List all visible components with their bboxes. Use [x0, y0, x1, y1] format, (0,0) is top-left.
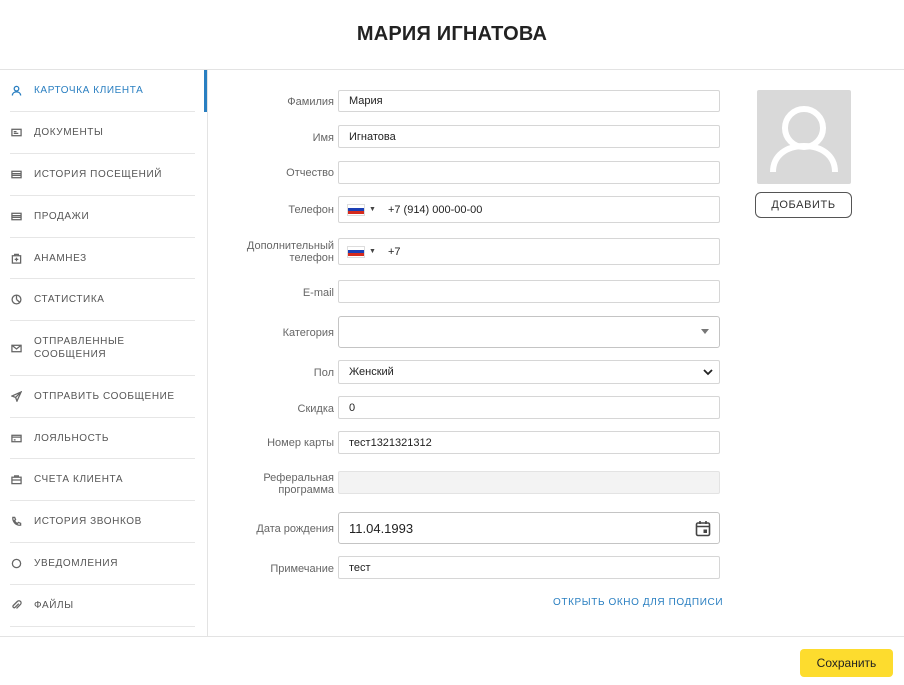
add-photo-button[interactable]: ДОБАВИТЬ — [755, 192, 852, 218]
middle-name-label: Отчество — [286, 167, 334, 179]
referral-label: Реферальная программа — [263, 472, 334, 496]
russia-flag-icon[interactable] — [347, 245, 365, 258]
avatar — [757, 90, 851, 184]
card-number-label: Номер карты — [267, 437, 334, 449]
extra-phone-label: Дополнительный телефон — [246, 240, 334, 264]
row-birth-date: Дата рождения 11.04.1993 — [208, 512, 728, 544]
sidebar-item-visit-history[interactable]: ИСТОРИЯ ПОСЕЩЕНИЙ — [10, 154, 195, 196]
row-referral: Реферальная программа — [208, 471, 728, 496]
dropdown-arrow-icon — [701, 329, 709, 334]
id-card-icon — [10, 127, 22, 139]
page-header: МАРИЯ ИГНАТОВА — [0, 0, 904, 70]
referral-input — [338, 471, 720, 494]
category-select[interactable] — [338, 316, 720, 348]
paperclip-icon — [10, 600, 22, 612]
row-first-name: Имя Игнатова — [208, 125, 728, 148]
page-title: МАРИЯ ИГНАТОВА — [356, 23, 548, 45]
email-input[interactable] — [338, 280, 720, 303]
briefcase-icon — [10, 474, 22, 486]
discount-label: Скидка — [297, 403, 335, 415]
gender-select[interactable]: Женский — [338, 360, 720, 384]
medical-icon — [10, 252, 22, 264]
active-indicator — [204, 70, 207, 112]
envelope-icon — [10, 342, 22, 354]
open-signature-link[interactable]: ОТКРЫТЬ ОКНО ДЛЯ ПОДПИСИ — [553, 597, 723, 608]
sidebar-item-client-card[interactable]: КАРТОЧКА КЛИЕНТА — [10, 70, 195, 112]
first-name-label: Имя — [312, 132, 334, 144]
row-email: E-mail — [208, 280, 728, 303]
row-last-name: Фамилия Мария — [208, 90, 728, 112]
sidebar-item-statistics[interactable]: СТАТИСТИКА — [10, 279, 195, 321]
user-icon — [10, 85, 22, 97]
row-card-number: Номер карты тест1321321312 — [208, 431, 728, 454]
sidebar-item-files[interactable]: ФАЙЛЫ — [10, 585, 195, 627]
row-gender: Пол Женский — [208, 360, 728, 384]
gender-label: Пол — [313, 367, 334, 379]
row-note: Примечание тест — [208, 556, 728, 579]
phone-input[interactable]: ▼ +7 (914) 000-00-00 — [338, 196, 720, 223]
user-avatar-icon — [770, 106, 838, 173]
sidebar-item-anamnesis[interactable]: АНАМНЕЗ — [10, 238, 195, 279]
note-input[interactable]: тест — [338, 556, 720, 579]
send-icon — [10, 391, 22, 403]
sidebar-item-loyalty[interactable]: ЛОЯЛЬНОСТЬ — [10, 418, 195, 459]
chevron-down-icon — [703, 369, 713, 376]
first-name-input[interactable]: Игнатова — [338, 125, 720, 148]
row-middle-name: Отчество — [208, 161, 728, 184]
sidebar-item-sent-messages[interactable]: ОТПРАВЛЕННЫЕ СООБЩЕНИЯ — [10, 321, 195, 376]
row-category: Категория — [208, 316, 728, 348]
birth-date-label: Дата рождения — [256, 523, 334, 535]
country-dropdown-icon[interactable]: ▼ — [369, 206, 376, 213]
country-dropdown-icon[interactable]: ▼ — [369, 248, 376, 255]
sidebar-item-documents[interactable]: ДОКУМЕНТЫ — [10, 112, 195, 154]
save-button[interactable]: Сохранить — [800, 649, 893, 677]
sidebar-item-send-message[interactable]: ОТПРАВИТЬ СООБЩЕНИЕ — [10, 376, 195, 418]
footer — [0, 636, 904, 685]
sidebar-item-call-history[interactable]: ИСТОРИЯ ЗВОНКОВ — [10, 501, 195, 543]
middle-name-input[interactable] — [338, 161, 720, 184]
category-label: Категория — [282, 327, 334, 339]
sidebar: КАРТОЧКА КЛИЕНТА ДОКУМЕНТЫ ИСТОРИЯ ПОСЕЩ… — [0, 70, 208, 636]
row-extra-phone: Дополнительный телефон ▼ +7 — [208, 238, 728, 265]
row-phone: Телефон ▼ +7 (914) 000-00-00 — [208, 196, 728, 223]
discount-input[interactable]: 0 — [338, 396, 720, 419]
last-name-input[interactable]: Мария — [338, 90, 720, 112]
card-number-input[interactable]: тест1321321312 — [338, 431, 720, 454]
sidebar-item-notifications[interactable]: УВЕДОМЛЕНИЯ — [10, 543, 195, 585]
circle-icon — [10, 558, 22, 570]
pie-chart-icon — [10, 294, 22, 306]
birth-date-input[interactable]: 11.04.1993 — [338, 512, 720, 544]
client-form: Фамилия Мария Имя Игнатова Отчество Теле… — [208, 70, 904, 636]
calendar-icon[interactable] — [695, 520, 711, 537]
card-icon — [10, 432, 22, 444]
list-icon — [10, 211, 22, 223]
russia-flag-icon[interactable] — [347, 203, 365, 216]
sidebar-item-client-accounts[interactable]: СЧЕТА КЛИЕНТА — [10, 459, 195, 501]
extra-phone-input[interactable]: ▼ +7 — [338, 238, 720, 265]
phone-icon — [10, 516, 22, 528]
note-label: Примечание — [270, 563, 334, 575]
sidebar-item-sales[interactable]: ПРОДАЖИ — [10, 196, 195, 238]
last-name-label: Фамилия — [287, 96, 334, 108]
email-label: E-mail — [302, 287, 334, 299]
phone-label: Телефон — [288, 204, 334, 216]
row-discount: Скидка 0 — [208, 396, 728, 419]
list-icon — [10, 169, 22, 181]
